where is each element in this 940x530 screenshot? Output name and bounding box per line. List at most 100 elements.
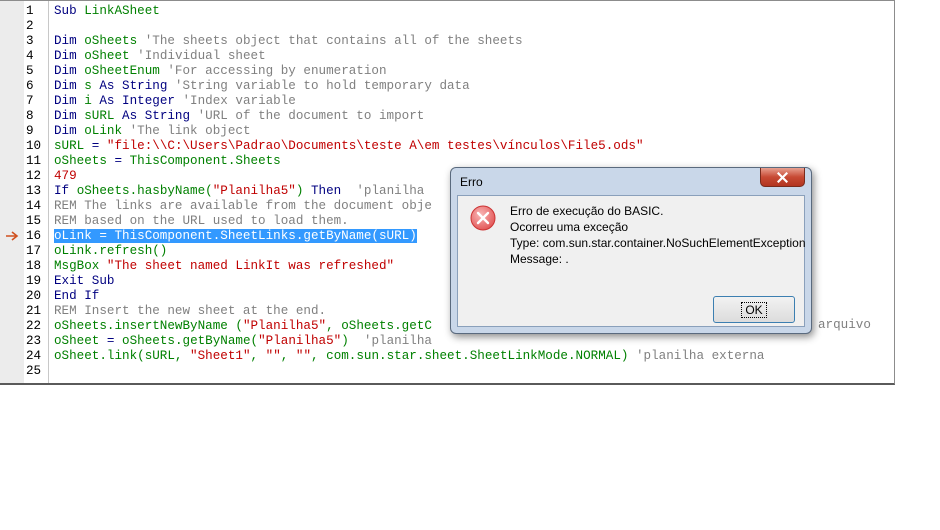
close-icon [777, 171, 788, 183]
code-line[interactable]: 8 Dim sURL As String 'URL of the document… [0, 109, 890, 124]
line-number: 5 [26, 64, 34, 78]
code-token: REM based on the URL used to load them. [54, 214, 349, 228]
code-text: oSheet = oSheets.getByName("Planilha5") … [54, 334, 432, 349]
code-line[interactable]: 24 oSheet.link(sURL, "Sheet1", "", "", co… [0, 349, 890, 364]
code-token: 'planilha [363, 334, 432, 348]
error-type-line: Type: com.sun.star.container.NoSuchEleme… [510, 236, 806, 250]
code-token: Dim [54, 34, 85, 48]
code-line[interactable]: 2 [0, 19, 890, 34]
code-text: REM based on the URL used to load them. [54, 214, 349, 229]
code-line[interactable]: 1 Sub LinkASheet [0, 4, 890, 19]
code-line[interactable]: 3 Dim oSheets 'The sheets object that con… [0, 34, 890, 49]
code-token: Dim [54, 94, 85, 108]
code-line[interactable]: 10 sURL = "file:\\C:\Users\Padrao\Documen… [0, 139, 890, 154]
code-token: "" [295, 349, 312, 363]
line-number: 6 [26, 79, 34, 93]
code-token: oSheet.link(sURL, [54, 349, 191, 363]
close-button[interactable] [760, 168, 805, 187]
code-line[interactable]: 5 Dim oSheetEnum 'For accessing by enumer… [0, 64, 890, 79]
code-token: oSheets.hasbyName( [76, 184, 213, 198]
code-token: 'URL of the document to import [190, 109, 425, 123]
code-token: 'planilha [341, 184, 425, 198]
code-token: If [54, 184, 77, 198]
code-token: ) [341, 334, 364, 348]
code-token: 479 [54, 169, 77, 183]
code-token: 'String variable to hold temporary data [167, 79, 470, 93]
code-line[interactable]: 23 oSheet = oSheets.getByName("Planilha5"… [0, 334, 890, 349]
code-token: , com.sun.star.sheet.SheetLinkMode.NORMA… [311, 349, 636, 363]
code-token: ) [295, 184, 311, 198]
line-number: 24 [26, 349, 42, 363]
error-dialog: Erro Erro de execução do BASIC. Ocorreu … [450, 167, 812, 334]
line-number: 25 [26, 364, 42, 378]
code-token: sURL [84, 109, 115, 123]
code-token: oSheets [84, 34, 138, 48]
error-message-line: Message: . [510, 252, 569, 266]
code-token: 'planilha externa [636, 349, 765, 363]
code-text: REM The links are available from the doc… [54, 199, 432, 214]
code-token: Dim [54, 109, 85, 123]
line-number: 17 [26, 244, 42, 258]
error-icon [470, 205, 496, 231]
code-line[interactable]: 25 [0, 364, 890, 379]
line-number: 12 [26, 169, 42, 183]
ok-button[interactable]: OK [713, 296, 795, 323]
code-token: ThisComponent.Sheets [129, 154, 281, 168]
code-line[interactable]: 4 Dim oSheet 'Individual sheet [0, 49, 890, 64]
code-token: = [99, 334, 123, 348]
line-number: 14 [26, 199, 42, 213]
code-text: oLink = ThisComponent.SheetLinks.getByNa… [54, 229, 417, 244]
code-token: Dim [54, 124, 85, 138]
code-token: 'For accessing by enumeration [159, 64, 387, 78]
code-token: REM Insert the new sheet at the end. [54, 304, 327, 318]
dialog-title: Erro [460, 175, 483, 189]
line-number: 1 [26, 4, 34, 18]
code-token: "Sheet1" [190, 349, 251, 363]
code-token: , [326, 319, 342, 333]
code-token: "Planilha5" [258, 334, 342, 348]
code-text: oSheet.link(sURL, "Sheet1", "", "", com.… [54, 349, 764, 364]
code-token: 'The link object [122, 124, 251, 138]
line-number: 10 [26, 139, 42, 153]
line-number: 18 [26, 259, 42, 273]
code-token: oSheets.insertNewByName ( [54, 319, 243, 333]
code-line[interactable]: 7 Dim i As Integer 'Index variable [0, 94, 890, 109]
code-text: Dim oSheetEnum 'For accessing by enumera… [54, 64, 387, 79]
code-token: s [84, 79, 92, 93]
error-message-line-1: Erro de execução do BASIC. [510, 204, 664, 218]
code-text: oLink.refresh() [54, 244, 167, 259]
code-token: 'The sheets object that contains all of … [137, 34, 523, 48]
code-token: Dim [54, 64, 85, 78]
code-token: As Integer [91, 94, 175, 108]
ok-button-label: OK [741, 301, 767, 318]
line-number: 2 [26, 19, 34, 33]
code-token: "Planilha5" [212, 184, 296, 198]
code-token: i [84, 94, 92, 108]
code-token: Then [311, 184, 342, 198]
code-token: "" [265, 349, 281, 363]
code-text: If oSheets.hasbyName("Planilha5") Then '… [54, 184, 424, 199]
code-token: MsgBox [54, 259, 107, 273]
code-token: sURL [54, 139, 85, 153]
line-number: 19 [26, 274, 42, 288]
code-text: oSheets.insertNewByName ("Planilha5", oS… [54, 319, 432, 334]
code-token: LinkASheet [84, 4, 160, 18]
code-token: "Planilha5" [242, 319, 327, 333]
code-text: MsgBox "The sheet named LinkIt was refre… [54, 259, 394, 274]
code-token: 'Individual sheet [129, 49, 266, 63]
code-token: oSheets.getC [341, 319, 432, 333]
code-text: End If [54, 289, 99, 304]
code-token: , [280, 349, 296, 363]
code-token: "file:\\C:\Users\Padrao\Documents\teste … [106, 139, 644, 153]
code-text: Dim s As String 'String variable to hold… [54, 79, 470, 94]
code-text: Exit Sub [54, 274, 114, 289]
code-token: = [106, 154, 130, 168]
code-token: oLink [84, 124, 123, 138]
code-line[interactable]: 9 Dim oLink 'The link object [0, 124, 890, 139]
code-token: oSheets.getByName( [122, 334, 259, 348]
code-line[interactable]: 6 Dim s As String 'String variable to hol… [0, 79, 890, 94]
overflow-comment-text: arquivo [818, 318, 871, 332]
code-token: "The sheet named LinkIt was refreshed" [106, 259, 395, 273]
code-text: Sub LinkASheet [54, 4, 160, 19]
code-token: As String [114, 109, 191, 123]
